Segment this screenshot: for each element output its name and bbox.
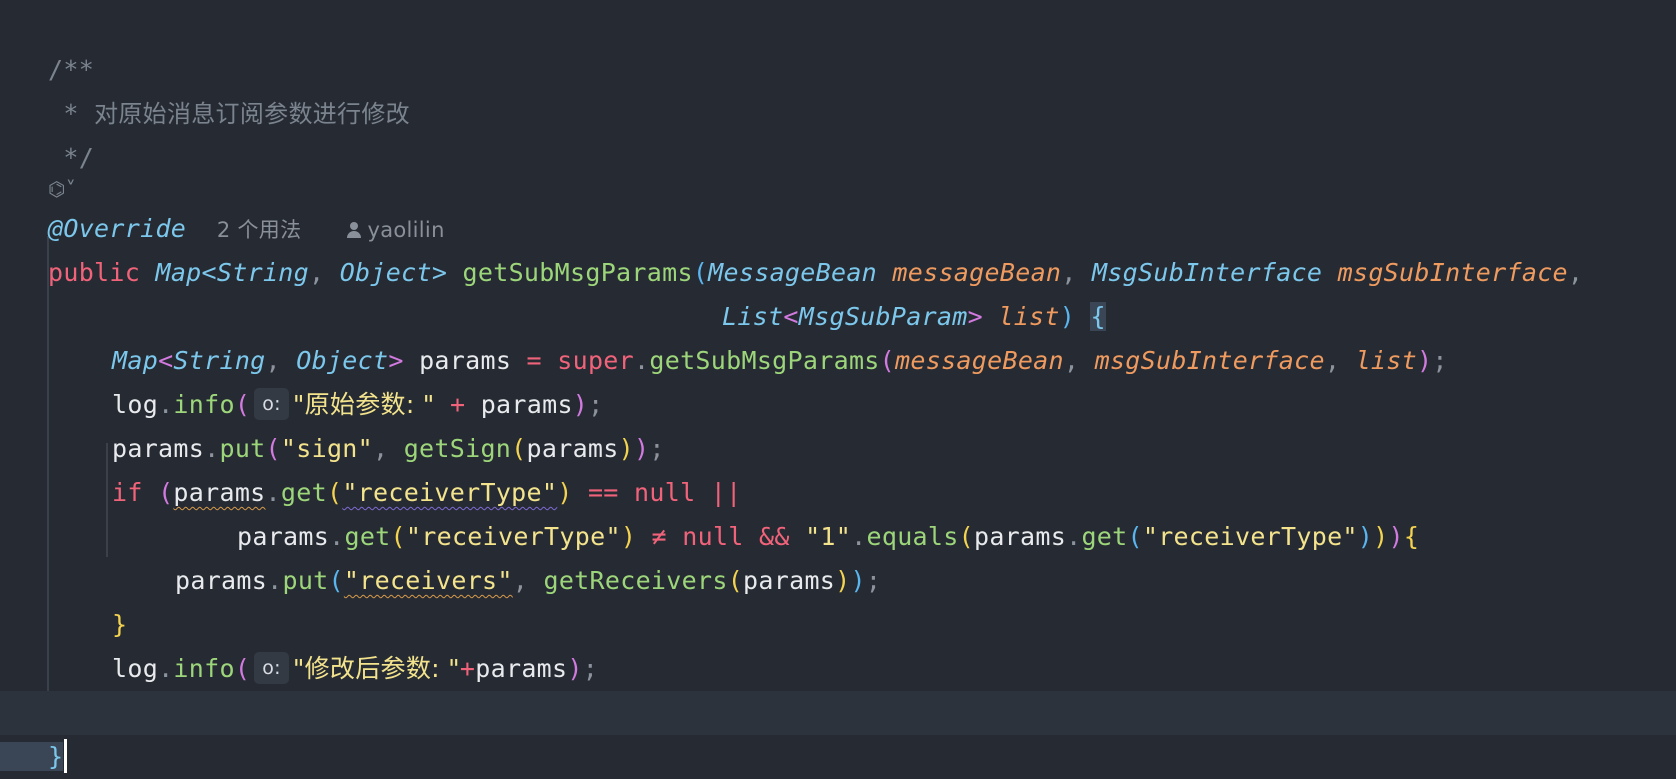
code-line-2[interactable]: * 对原始消息订阅参数进行修改	[0, 48, 1676, 128]
code-line-local-decl[interactable]: Map<String, Object> params = super.getSu…	[0, 295, 1676, 375]
code-line-put-receivers[interactable]: params.put("receivers", getReceivers(par…	[0, 515, 1676, 595]
code-line-if-cont[interactable]: params.get("receiverType") ≠ null && "1"…	[0, 471, 1676, 551]
code-line-if[interactable]: if (params.get("receiverType") == null |…	[0, 427, 1676, 507]
text-caret	[64, 739, 68, 773]
code-line-annotation[interactable]: @Override 2 个用法 yaolilin	[0, 163, 1676, 243]
method-close-brace: }	[0, 742, 64, 771]
ai-hint-line[interactable]: ⌬˅	[0, 128, 1676, 201]
code-line-put-sign[interactable]: params.put("sign", getSign(params));	[0, 383, 1676, 463]
code-line-signature[interactable]: public Map<String, Object> getSubMsgPara…	[0, 207, 1676, 287]
code-line-signature-cont[interactable]: List<MsgSubParam> list) {	[0, 251, 1676, 331]
code-line-log1[interactable]: log.info(o: "原始参数: " + params);	[0, 339, 1676, 420]
code-line-1[interactable]: /**	[0, 4, 1676, 84]
code-line-log2[interactable]: log.info(o: "修改后参数: "+params);	[0, 603, 1676, 684]
code-line-if-close[interactable]: }	[0, 559, 1676, 639]
code-line-return[interactable]: return params;	[0, 647, 1676, 727]
code-line-method-close[interactable]: }	[0, 691, 1676, 773]
code-editor[interactable]: /** * 对原始消息订阅参数进行修改 */ ⌬˅ @Override 2 个用…	[0, 0, 1676, 773]
